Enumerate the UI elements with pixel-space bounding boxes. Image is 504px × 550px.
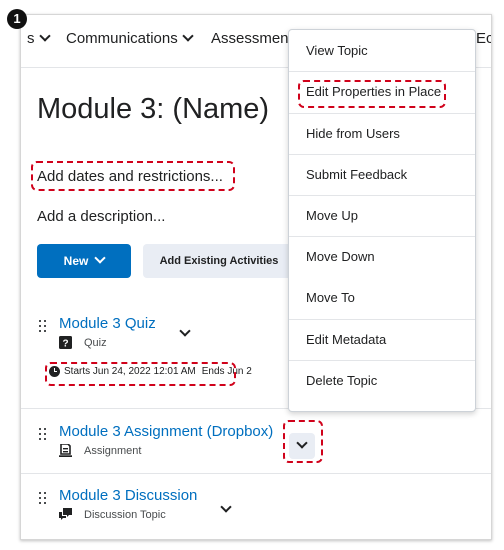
topic-title-link[interactable]: Module 3 Quiz [59, 315, 156, 332]
chevron-down-icon [94, 252, 107, 264]
highlight-box-dates [31, 161, 235, 191]
nav-item-label: Communications [66, 30, 178, 47]
nav-item-truncated[interactable]: Ec [476, 30, 492, 47]
drag-handle-icon[interactable] [39, 428, 47, 442]
quiz-icon: ? [59, 336, 72, 349]
topic-type-label: Discussion Topic [84, 508, 166, 521]
svg-text:?: ? [62, 339, 68, 350]
chevron-down-icon [220, 501, 232, 513]
menu-item-label: Move To [306, 290, 355, 305]
topic-context-menu-button[interactable] [213, 497, 239, 523]
highlight-box-menu-button [283, 420, 323, 463]
menu-item-hide-from-users[interactable]: Hide from Users [289, 113, 475, 154]
nav-item-partial[interactable]: s [27, 30, 51, 47]
add-existing-label: Add Existing Activities [159, 255, 279, 267]
drag-handle-icon[interactable] [39, 320, 47, 334]
topic-context-menu-button[interactable] [172, 321, 198, 347]
step-number-badge: 1 [7, 9, 27, 29]
topic-title-link[interactable]: Module 3 Discussion [59, 487, 197, 504]
add-description-link[interactable]: Add a description... [37, 208, 165, 225]
discussion-icon [59, 508, 72, 520]
topic-type: Assignment [59, 444, 141, 457]
nav-item-label: s [27, 30, 35, 47]
menu-item-move-down[interactable]: Move Down [289, 236, 475, 277]
menu-item-label: Move Down [306, 249, 375, 264]
topic-title-link[interactable]: Module 3 Assignment (Dropbox) [59, 423, 273, 440]
new-button[interactable]: New [37, 244, 131, 278]
topic-type: Discussion Topic [59, 508, 166, 521]
topic-type-label: Assignment [84, 444, 142, 457]
nav-item-label: Assessment [211, 30, 293, 47]
drag-handle-icon[interactable] [39, 492, 47, 506]
topic-type-label: Quiz [84, 336, 107, 349]
chevron-down-icon [38, 30, 51, 42]
nav-item-label: Ec [476, 30, 492, 47]
topic-context-menu: View Topic Edit Properties in Place Hide… [288, 29, 476, 412]
screenshot-frame: s Communications Assessment Ec Module 3:… [20, 14, 492, 540]
menu-item-label: Delete Topic [306, 373, 378, 388]
divider [21, 473, 491, 474]
chevron-down-icon [182, 30, 194, 42]
menu-item-edit-metadata[interactable]: Edit Metadata [289, 319, 475, 360]
highlight-box-start-date [45, 362, 236, 386]
highlight-box-edit-properties [298, 80, 446, 108]
menu-item-submit-feedback[interactable]: Submit Feedback [289, 154, 475, 195]
menu-item-view-topic[interactable]: View Topic [289, 30, 475, 71]
chevron-down-icon [179, 325, 191, 337]
nav-item-communications[interactable]: Communications [66, 30, 194, 47]
menu-item-move-up[interactable]: Move Up [289, 195, 475, 236]
nav-item-assessment[interactable]: Assessment [211, 30, 293, 47]
menu-item-delete-topic[interactable]: Delete Topic [289, 360, 475, 401]
add-existing-activities-button[interactable]: Add Existing Activities [143, 244, 295, 278]
list-item-discussion: Module 3 Discussion Discussion Topic [21, 487, 491, 539]
assignment-icon [59, 444, 72, 457]
topic-type: ? Quiz [59, 336, 107, 349]
menu-item-move-to[interactable]: Move To [289, 277, 475, 318]
menu-item-label: View Topic [306, 43, 368, 58]
page-title: Module 3: (Name) [37, 93, 270, 125]
menu-item-label: Move Up [306, 208, 359, 223]
new-button-label: New [63, 254, 89, 268]
menu-item-label: Edit Metadata [306, 332, 387, 347]
menu-item-label: Hide from Users [306, 126, 400, 141]
list-item-assignment: Module 3 Assignment (Dropbox) Assignment [21, 423, 491, 478]
menu-item-label: Submit Feedback [306, 167, 408, 182]
